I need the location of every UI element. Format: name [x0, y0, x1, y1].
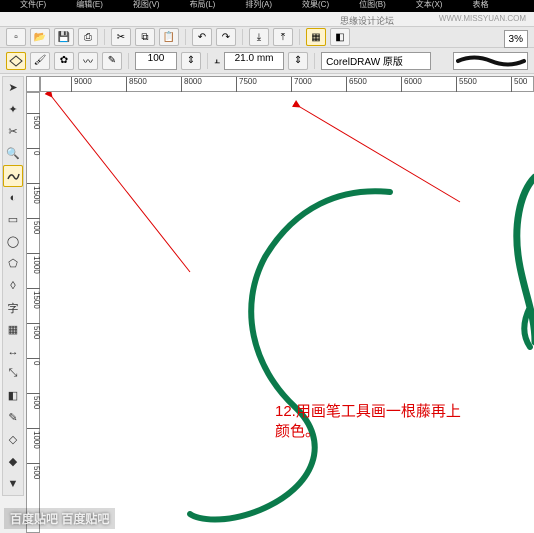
crop-tool[interactable]: ✂: [3, 121, 23, 143]
pressure-mode-button[interactable]: ✎: [102, 52, 122, 70]
redo-button[interactable]: ↷: [216, 28, 236, 46]
ellipse-tool[interactable]: ◯: [3, 231, 23, 253]
menu-bar: 文件(F) 编辑(E) 视图(V) 布局(L) 排列(A) 效果(C) 位图(B…: [0, 0, 534, 12]
menu-layout[interactable]: 布局(L): [190, 0, 216, 12]
smoothing-stepper[interactable]: ⇕: [181, 52, 201, 70]
interactive-tool[interactable]: ◧: [3, 385, 23, 407]
freehand-smoothing-input[interactable]: 100: [135, 52, 177, 70]
footer-watermark: 百度贴吧 百度贴吧: [4, 508, 115, 529]
print-button[interactable]: ⎙: [78, 28, 98, 46]
app-launcher-button[interactable]: ▦: [306, 28, 326, 46]
eyedropper-tool[interactable]: ✎: [3, 407, 23, 429]
ruler-origin[interactable]: [26, 76, 40, 92]
outline-tool[interactable]: ◇: [3, 429, 23, 451]
standard-toolbar: ▫ 📂 💾 ⎙ ✂ ⧉ 📋 ↶ ↷ ⤓ ⤒ ▦ ◧ 3%: [0, 26, 534, 48]
forum-label: 思缘设计论坛: [340, 14, 394, 27]
width-stepper[interactable]: ⇕: [288, 52, 308, 70]
zoom-level-dropdown[interactable]: 3%: [504, 30, 528, 48]
save-button[interactable]: 💾: [54, 28, 74, 46]
undo-button[interactable]: ↶: [192, 28, 212, 46]
fill-tool[interactable]: ◆: [3, 451, 23, 473]
paste-button[interactable]: 📋: [159, 28, 179, 46]
width-icon: ⫠: [214, 55, 220, 66]
welcome-button[interactable]: ◧: [330, 28, 350, 46]
stroke-width-input[interactable]: 21.0 mm: [224, 52, 284, 70]
dimension-tool[interactable]: ↔: [3, 341, 23, 363]
smart-fill-tool[interactable]: ◐: [3, 187, 23, 209]
horizontal-ruler: 9000 8500 8000 7500 7000 6500 6000 5500 …: [40, 76, 534, 92]
drawing-canvas[interactable]: 12.用画笔工具画一根藤再上 颜色。: [40, 92, 534, 533]
pick-tool[interactable]: ➤: [3, 77, 23, 99]
zoom-tool[interactable]: 🔍: [3, 143, 23, 165]
menu-arrange[interactable]: 排列(A): [245, 0, 272, 12]
import-button[interactable]: ⤓: [249, 28, 269, 46]
table-tool[interactable]: ▦: [3, 319, 23, 341]
vertical-ruler: 500 0 1500 500 1000 1500 500 0 500 1000 …: [26, 92, 40, 533]
menu-file[interactable]: 文件(F): [20, 0, 46, 12]
toolbox: ➤ ✦ ✂ 🔍 ◐ ▭ ◯ ⬠ ◊ 字 ▦ ↔ ⤡ ◧ ✎ ◇ ◆ ▼: [2, 76, 24, 496]
menu-bitmap[interactable]: 位图(B): [359, 0, 386, 12]
export-button[interactable]: ⤒: [273, 28, 293, 46]
menu-view[interactable]: 视图(V): [133, 0, 160, 12]
interactive-fill-tool[interactable]: ▼: [3, 473, 23, 495]
watermark-url: WWW.MISSYUAN.COM: [439, 14, 526, 23]
cut-button[interactable]: ✂: [111, 28, 131, 46]
preset-stroke-dropdown[interactable]: CorelDRAW 原版: [321, 52, 431, 70]
preset-mode-button[interactable]: [6, 52, 26, 70]
polygon-tool[interactable]: ⬠: [3, 253, 23, 275]
shape-tool[interactable]: ✦: [3, 99, 23, 121]
calligraphic-mode-button[interactable]: 〰: [78, 52, 98, 70]
menu-effects[interactable]: 效果(C): [302, 0, 329, 12]
open-button[interactable]: 📂: [30, 28, 50, 46]
property-bar: 🖌 ✿ 〰 ✎ 100 ⇕ ⫠ 21.0 mm ⇕ CorelDRAW 原版: [0, 48, 534, 74]
new-button[interactable]: ▫: [6, 28, 26, 46]
menu-table[interactable]: 表格: [472, 0, 488, 12]
vine-path: [40, 92, 534, 533]
rectangle-tool[interactable]: ▭: [3, 209, 23, 231]
artistic-media-tool[interactable]: [3, 165, 23, 187]
menu-text[interactable]: 文本(X): [416, 0, 443, 12]
connector-tool[interactable]: ⤡: [3, 363, 23, 385]
basic-shapes-tool[interactable]: ◊: [3, 275, 23, 297]
text-tool[interactable]: 字: [3, 297, 23, 319]
menu-edit[interactable]: 编辑(E): [76, 0, 103, 12]
stroke-preview[interactable]: [453, 52, 528, 70]
brush-mode-button[interactable]: 🖌: [30, 52, 50, 70]
sprayer-mode-button[interactable]: ✿: [54, 52, 74, 70]
copy-button[interactable]: ⧉: [135, 28, 155, 46]
step-annotation: 12.用画笔工具画一根藤再上 颜色。: [275, 402, 461, 442]
